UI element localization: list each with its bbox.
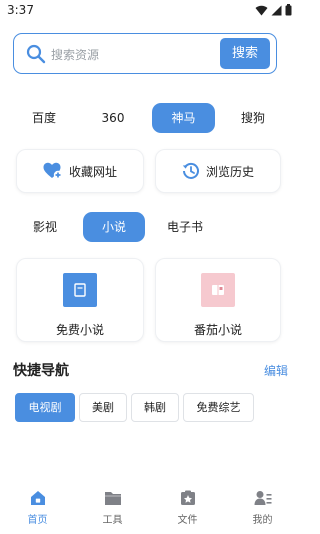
history-icon [182, 162, 199, 179]
shortcut-korean-drama[interactable]: 韩剧 [131, 393, 179, 422]
nav-files[interactable]: 文件 [150, 480, 225, 534]
engine-shenma[interactable]: 神马 [152, 103, 215, 133]
favorites-button[interactable]: 收藏网址 [16, 149, 144, 193]
edit-button[interactable]: 编辑 [264, 362, 288, 379]
home-icon [30, 491, 45, 505]
file-icon [180, 490, 195, 505]
book-card-free-novel[interactable]: 免费小说 [16, 258, 144, 342]
bottom-nav: 首页 工具 文件 我的 [0, 480, 300, 534]
heart-plus-icon [43, 162, 63, 180]
wifi-icon [255, 5, 268, 15]
signal-icon [271, 5, 282, 15]
tomato-book-icon [201, 273, 235, 307]
shortcut-us-drama[interactable]: 美剧 [79, 393, 127, 422]
shortcut-tv[interactable]: 电视剧 [15, 393, 75, 422]
book-label: 免费小说 [55, 323, 104, 337]
book-icon [63, 273, 97, 307]
history-button[interactable]: 浏览历史 [155, 149, 281, 193]
search-input[interactable]: 搜索资源 [51, 46, 99, 63]
history-label: 浏览历史 [205, 164, 254, 179]
nav-tools[interactable]: 工具 [75, 480, 150, 534]
engine-360[interactable]: 360 [85, 103, 141, 133]
tab-novel[interactable]: 小说 [83, 212, 145, 242]
book-card-tomato-novel[interactable]: 番茄小说 [155, 258, 281, 342]
search-icon [26, 44, 46, 64]
profile-icon [254, 491, 271, 505]
folder-icon [104, 492, 121, 505]
search-bar: 搜索资源 搜索 [13, 33, 277, 74]
engine-sogou[interactable]: 搜狗 [225, 103, 281, 133]
status-icons [255, 4, 292, 16]
favorites-label: 收藏网址 [68, 164, 117, 179]
nav-label: 文件 [177, 515, 198, 526]
tab-ebook[interactable]: 电子书 [156, 212, 214, 242]
status-time: 3:37 [7, 3, 34, 17]
nav-label: 首页 [27, 515, 48, 526]
status-bar: 3:37 [0, 0, 300, 22]
book-label: 番茄小说 [193, 323, 242, 337]
search-button[interactable]: 搜索 [220, 38, 270, 69]
engine-baidu[interactable]: 百度 [16, 103, 72, 133]
shortcuts-title: 快捷导航 [13, 363, 69, 379]
nav-home[interactable]: 首页 [0, 480, 75, 534]
nav-profile[interactable]: 我的 [225, 480, 300, 534]
battery-icon [285, 4, 292, 16]
nav-label: 工具 [102, 515, 123, 526]
tab-video[interactable]: 影视 [16, 212, 74, 242]
shortcut-free-variety[interactable]: 免费综艺 [183, 393, 254, 422]
nav-label: 我的 [252, 515, 273, 526]
